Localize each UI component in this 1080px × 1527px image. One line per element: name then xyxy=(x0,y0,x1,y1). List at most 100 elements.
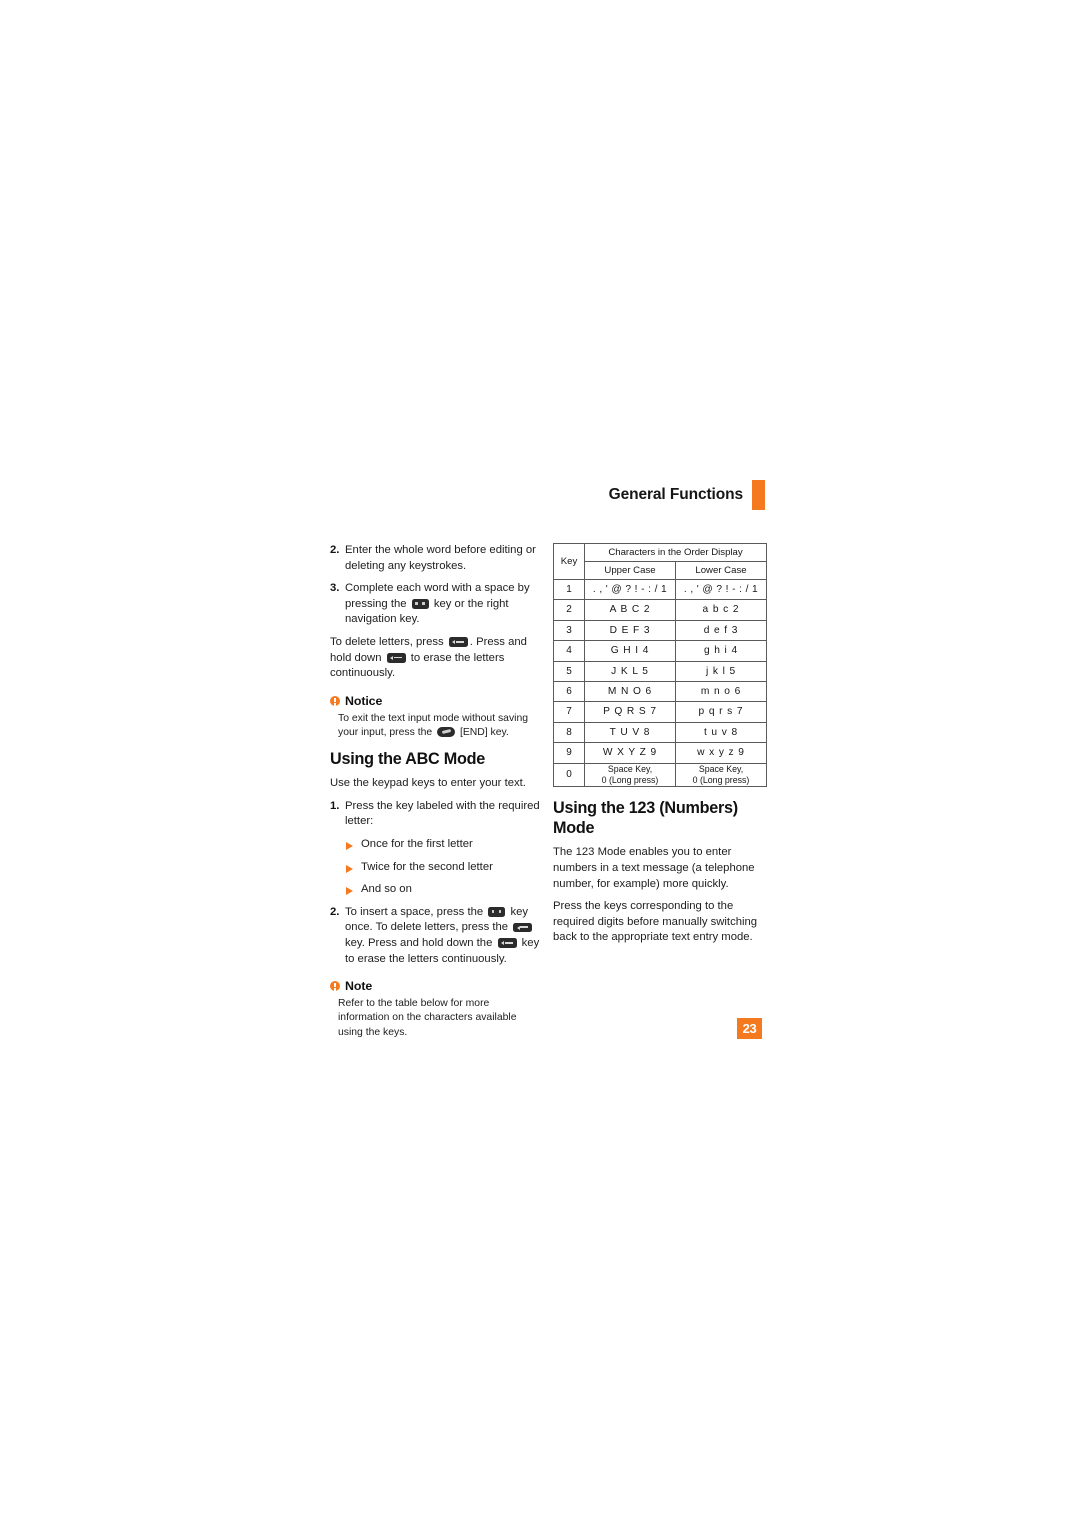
cell-upper: . , ' @ ? ! - : / 1 xyxy=(584,578,676,601)
numbers-mode-paragraph-1: The 123 Mode enables you to enter number… xyxy=(553,846,755,890)
cell-upper: J K L 5 xyxy=(584,660,676,683)
cell-lower: w x y z 9 xyxy=(675,742,767,764)
cell-upper: G H I 4 xyxy=(584,640,676,662)
cell-upper: P Q R S 7 xyxy=(584,701,676,723)
delete-key-icon xyxy=(386,653,406,663)
space-key-icon xyxy=(411,599,429,609)
right-content-column: Key Characters in the Order Display Uppe… xyxy=(553,543,767,953)
cell-lower: t u v 8 xyxy=(675,721,767,744)
bullet-text: Twice for the second letter xyxy=(361,860,493,873)
cell-key: 3 xyxy=(553,619,585,642)
page-number-badge: 23 xyxy=(737,1018,762,1039)
notice-title: Notice xyxy=(345,693,383,708)
cell-key: 0 xyxy=(553,762,585,788)
cell-lower: a b c 2 xyxy=(675,599,767,621)
abc-step2-part1: To insert a space, press the xyxy=(345,905,484,918)
note-heading: Note xyxy=(330,979,543,993)
table-row: 2 A B C 2 a b c 2 xyxy=(553,599,767,621)
bullet-item: Once for the first letter xyxy=(346,837,543,853)
note-callout: Note Refer to the table below for more i… xyxy=(330,979,543,1040)
cell-lower: p q r s 7 xyxy=(675,701,767,723)
cell-lower: d e f 3 xyxy=(675,619,767,642)
cell-upper: M N O 6 xyxy=(584,681,676,703)
numbers-mode-heading: Using the 123 (Numbers) Mode xyxy=(553,799,738,838)
cell-upper: Space Key, 0 (Long press) xyxy=(584,762,676,788)
table-row: 9 W X Y Z 9 w x y z 9 xyxy=(553,742,767,764)
cell-upper: D E F 3 xyxy=(584,619,676,642)
cell-upper: T U V 8 xyxy=(584,721,676,744)
triangle-right-icon xyxy=(346,860,357,873)
table-header-lower-case: Lower Case xyxy=(675,561,767,580)
notice-body: To exit the text input mode without savi… xyxy=(338,712,543,740)
table-row-zero: 0 Space Key, 0 (Long press) Space Key, 0… xyxy=(553,762,767,788)
step-text: Press the key labeled with the required … xyxy=(345,799,540,828)
bullet-item: Twice for the second letter xyxy=(346,860,543,876)
cell-key: 6 xyxy=(553,681,585,703)
notice-heading: Notice xyxy=(330,694,543,708)
table-row: 8 T U V 8 t u v 8 xyxy=(553,721,767,744)
abc-step-item-1: 1. Press the key labeled with the requir… xyxy=(330,799,543,830)
bullet-item: And so on xyxy=(346,882,543,898)
header-accent-bar xyxy=(752,480,765,510)
cell-key: 7 xyxy=(553,701,585,723)
abc-step-item-2: 2. To insert a space, press the key once… xyxy=(330,905,543,967)
cell-lower-line1: Space Key, xyxy=(698,763,744,774)
step-number: 2. xyxy=(330,905,340,918)
cell-lower: j k l 5 xyxy=(675,660,767,683)
step-number: 3. xyxy=(330,582,340,595)
notice-text-part2: [END] key. xyxy=(459,726,509,738)
cell-lower: g h i 4 xyxy=(675,640,767,662)
step-item-2-continued: 2. Enter the whole word before editing o… xyxy=(330,543,543,574)
bullet-text: Once for the first letter xyxy=(361,837,473,850)
cell-key: 5 xyxy=(553,660,585,683)
table-subheader-row: Upper Case Lower Case xyxy=(554,561,767,580)
end-key-icon xyxy=(437,726,456,737)
cell-lower: Space Key, 0 (Long press) xyxy=(675,762,767,788)
abc-mode-heading: Using the ABC Mode xyxy=(330,750,485,769)
triangle-right-icon xyxy=(346,882,357,896)
exclamation-icon xyxy=(330,695,340,706)
cell-key: 2 xyxy=(553,599,585,621)
exclamation-icon xyxy=(330,981,340,992)
cell-key: 9 xyxy=(553,742,585,764)
delete-letters-paragraph: To delete letters, press . Press and hol… xyxy=(330,635,543,682)
step-number: 2. xyxy=(330,544,340,556)
table-row: 7 P Q R S 7 p q r s 7 xyxy=(553,701,767,723)
delete-key-icon xyxy=(448,637,468,647)
table-row: 3 D E F 3 d e f 3 xyxy=(553,619,767,642)
step-number: 1. xyxy=(330,799,340,812)
manual-page: General Functions 2. Enter the whole wor… xyxy=(0,0,1080,1527)
table-row: 6 M N O 6 m n o 6 xyxy=(553,681,767,703)
page-header: General Functions xyxy=(320,478,765,512)
numbers-mode-paragraph-2: Press the keys corresponding to the requ… xyxy=(553,900,758,944)
space-key-icon xyxy=(488,907,506,917)
page-title: General Functions xyxy=(608,486,743,503)
abc-mode-intro: Use the keypad keys to enter your text. xyxy=(330,777,526,790)
table-header-upper-case: Upper Case xyxy=(584,561,676,580)
cell-lower: . , ' @ ? ! - : / 1 xyxy=(675,578,767,601)
cell-key: 8 xyxy=(553,721,585,744)
table-row: 5 J K L 5 j k l 5 xyxy=(553,660,767,683)
cell-key: 4 xyxy=(553,640,585,662)
abc-step2-part3: key. Press and hold down the xyxy=(345,936,493,949)
notice-callout: Notice To exit the text input mode witho… xyxy=(330,694,543,740)
cell-key: 1 xyxy=(553,578,585,601)
cell-upper-line1: Space Key, xyxy=(607,763,653,774)
note-title: Note xyxy=(345,979,373,994)
character-order-table: Key Characters in the Order Display Uppe… xyxy=(553,543,767,788)
delete-key-icon xyxy=(497,938,517,948)
step-text: Complete each word with a space by press… xyxy=(345,581,543,628)
cell-lower-line2: 0 (Long press) xyxy=(692,775,750,786)
cell-upper-line2: 0 (Long press) xyxy=(601,775,659,786)
table-header-span: Characters in the Order Display xyxy=(584,543,767,562)
note-body: Refer to the table below for more inform… xyxy=(338,998,517,1038)
table-header-key: Key xyxy=(553,543,585,580)
cell-upper: A B C 2 xyxy=(584,599,676,621)
delete-text-part1: To delete letters, press xyxy=(330,635,444,648)
table-row: 1 . , ' @ ? ! - : / 1 . , ' @ ? ! - : / … xyxy=(553,578,767,601)
triangle-right-icon xyxy=(346,837,357,850)
cell-upper: W X Y Z 9 xyxy=(584,742,676,764)
table-header-row: Key Characters in the Order Display xyxy=(553,543,767,580)
bullet-text: And so on xyxy=(361,883,412,896)
table-row: 4 G H I 4 g h i 4 xyxy=(553,640,767,662)
